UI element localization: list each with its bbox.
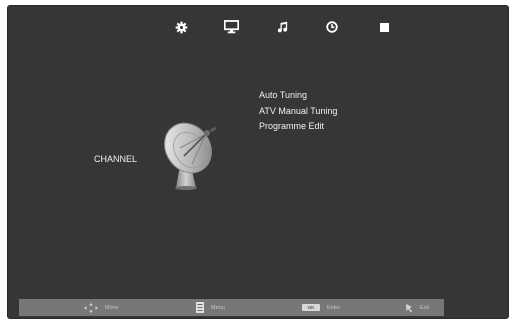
section-title: CHANNEL xyxy=(94,154,138,164)
hint-exit: Exit xyxy=(405,299,429,316)
menu-item-auto-tuning[interactable]: Auto Tuning xyxy=(259,88,337,104)
hint-enter-label: Enter xyxy=(327,304,341,311)
hint-move-label: Move xyxy=(105,304,119,311)
satellite-dish-icon xyxy=(164,122,217,190)
ok-key-label: OK xyxy=(302,304,320,311)
menu-item-atv-manual-tuning[interactable]: ATV Manual Tuning xyxy=(259,104,337,120)
square-icon xyxy=(379,22,389,32)
clock-icon xyxy=(326,21,338,33)
ok-button-icon: OK xyxy=(302,304,320,311)
menu-tab-bar xyxy=(8,6,508,46)
menu-item-programme-edit[interactable]: Programme Edit xyxy=(259,119,337,135)
music-note-icon xyxy=(277,21,287,33)
tv-menu-screen: Auto Tuning ATV Manual Tuning Programme … xyxy=(7,5,509,319)
tab-lock[interactable] xyxy=(374,17,394,37)
hint-menu-label: Menu xyxy=(211,304,225,311)
tab-time[interactable] xyxy=(322,17,342,37)
hint-menu: Menu xyxy=(196,299,225,316)
tab-setup[interactable] xyxy=(171,17,191,37)
hint-move: Move xyxy=(84,299,118,316)
gear-icon xyxy=(175,21,187,33)
channel-menu-list: Auto Tuning ATV Manual Tuning Programme … xyxy=(259,88,337,135)
monitor-icon xyxy=(223,20,239,34)
tab-channel[interactable] xyxy=(221,17,241,37)
hint-enter: OK Enter xyxy=(302,299,340,316)
dpad-arrows-icon xyxy=(84,302,98,313)
exit-arrow-icon xyxy=(405,303,413,313)
hint-exit-label: Exit xyxy=(420,304,430,311)
tab-sound[interactable] xyxy=(272,17,292,37)
menu-button-icon xyxy=(196,302,204,313)
footer-hint-bar: Move Menu OK Enter Exit xyxy=(19,299,444,316)
